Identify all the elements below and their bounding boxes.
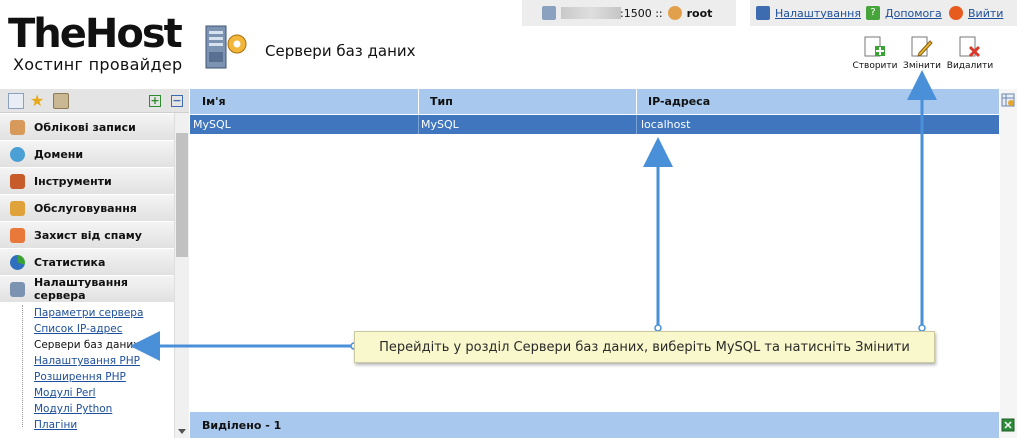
cell-ip: localhost (641, 118, 691, 131)
session-info: :1500 :: root (542, 6, 712, 20)
power-icon (949, 6, 963, 20)
column-header-name[interactable]: Ім'я (202, 95, 226, 108)
domains-icon (10, 147, 25, 162)
logout-link-label[interactable]: Вийти (968, 7, 1003, 20)
accounts-icon (10, 120, 25, 135)
column-divider (418, 89, 419, 114)
maintenance-icon (10, 201, 25, 216)
table-body (190, 134, 999, 412)
sidebar-item-accounts[interactable]: Облікові записи (0, 114, 174, 141)
sidebar-item-server-settings[interactable]: Налаштування сервера (0, 276, 174, 303)
column-divider (636, 115, 637, 134)
logo: TheHost (8, 11, 183, 57)
help-link[interactable]: ? Допомога (866, 6, 942, 20)
table-row[interactable]: MySQL MySQL localhost (190, 115, 999, 134)
delete-label[interactable]: Видалити (947, 61, 993, 71)
sidebar-item-label: Налаштування сервера (34, 276, 128, 302)
cell-name: MySQL (193, 118, 231, 131)
tree-lines (22, 305, 32, 427)
spam-shield-icon (10, 228, 25, 243)
sidebar-scrollbar[interactable] (174, 113, 189, 438)
sidebar-header: ★ + − (0, 89, 189, 113)
list-view-icon[interactable] (8, 93, 24, 109)
help-icon: ? (866, 6, 880, 20)
user-icon (667, 6, 682, 20)
instruction-callout: Перейдіть у розділ Сервери баз даних, ви… (354, 331, 935, 363)
sidebar-item-tools[interactable]: Інструменти (0, 168, 174, 195)
sidebar-item-label: Обслуговування (34, 201, 137, 215)
create-label[interactable]: Створити (853, 61, 898, 71)
settings-link[interactable]: Налаштування (756, 6, 861, 20)
expand-all-icon[interactable]: + (149, 95, 161, 107)
sidebar-item-label: Облікові записи (34, 120, 136, 134)
create-icon (864, 36, 885, 57)
divider (736, 0, 750, 26)
scrollbar-thumb[interactable] (176, 133, 188, 257)
instruction-text: Перейдіть у розділ Сервери баз даних, ви… (379, 339, 910, 355)
session-port: :1500 :: (620, 6, 663, 20)
sidebar-item-statistics[interactable]: Статистика (0, 249, 174, 276)
subitem-db-servers[interactable]: Сервери баз даних (34, 339, 139, 351)
sidebar-item-label: Домени (34, 147, 84, 161)
collapse-all-icon[interactable]: − (171, 95, 183, 107)
subitem-python-modules[interactable]: Модулі Python (34, 403, 112, 415)
session-user: root (686, 6, 713, 20)
column-header-type[interactable]: Тип (430, 95, 453, 108)
logo-subtitle: Хостинг провайдер (13, 55, 183, 74)
subitem-ip-list[interactable]: Список IP-адрес (34, 323, 122, 335)
logout-link[interactable]: Вийти (949, 6, 1003, 20)
sidebar-item-spam[interactable]: Захист від спаму (0, 222, 174, 249)
columns-config-icon[interactable] (1001, 93, 1015, 107)
favorites-star-icon[interactable]: ★ (30, 93, 46, 109)
cell-type: MySQL (421, 118, 459, 131)
subitem-php-settings[interactable]: Налаштування PHP (34, 355, 140, 367)
table-footer: Виділено - 1 (190, 412, 999, 438)
column-header-ip[interactable]: IP-адреса (648, 95, 710, 108)
sidebar-item-label: Захист від спаму (34, 228, 142, 242)
server-settings-icon (10, 282, 25, 297)
column-divider (418, 115, 419, 134)
settings-link-label[interactable]: Налаштування (775, 7, 861, 20)
sidebar-item-domains[interactable]: Домени (0, 141, 174, 168)
edit-icon (911, 36, 933, 57)
calculator-icon (542, 6, 556, 20)
settings-icon (756, 6, 770, 20)
column-divider (636, 89, 637, 114)
database-server-icon (205, 25, 247, 69)
subitem-plugins[interactable]: Плагіни (34, 419, 77, 431)
scroll-down-icon[interactable] (178, 429, 186, 434)
delete-icon (959, 36, 981, 58)
edit-label[interactable]: Змінити (903, 61, 941, 71)
top-bar: :1500 :: root Налаштування ? Допомога Ви… (522, 0, 1017, 26)
subitem-perl-modules[interactable]: Модулі Perl (34, 387, 96, 399)
create-button[interactable]: Створити (850, 36, 900, 71)
table-scrollbar[interactable] (1000, 89, 1017, 438)
table-header: Ім'я Тип IP-адреса (190, 89, 999, 114)
briefcase-icon[interactable] (53, 93, 69, 109)
tools-icon (10, 174, 25, 189)
subitem-server-params[interactable]: Параметри сервера (34, 307, 143, 319)
edit-button[interactable]: Змінити (897, 36, 947, 71)
delete-button[interactable]: Видалити (945, 36, 995, 71)
sidebar-item-label: Інструменти (34, 174, 112, 188)
page-title: Сервери баз даних (265, 42, 416, 60)
help-link-label[interactable]: Допомога (885, 7, 942, 20)
subitem-php-extensions[interactable]: Розширення PHP (34, 371, 126, 383)
selection-count: Виділено - 1 (202, 419, 282, 432)
export-excel-icon[interactable] (1001, 418, 1015, 432)
hidden-host (561, 7, 621, 19)
sidebar-item-label: Статистика (34, 255, 106, 269)
statistics-icon (10, 255, 25, 270)
app-window: :1500 :: root Налаштування ? Допомога Ви… (0, 0, 1017, 438)
sidebar-item-maintenance[interactable]: Обслуговування (0, 195, 174, 222)
